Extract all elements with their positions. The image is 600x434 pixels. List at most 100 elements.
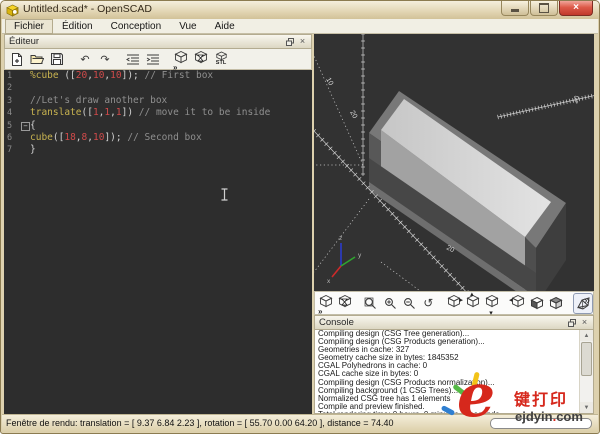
code-line: 6cube([18,8,10]); // Second box: [4, 132, 312, 144]
maximize-button[interactable]: [530, 1, 558, 16]
indent-icon: [146, 53, 160, 65]
toolbar-separator: [502, 296, 508, 310]
minimize-button[interactable]: [501, 1, 529, 16]
code-line: 5−{: [4, 120, 312, 132]
code-line: 7}: [4, 144, 312, 156]
close-icon: ×: [582, 318, 587, 327]
save-file-icon: [51, 53, 63, 65]
undo-icon: ↶: [80, 53, 89, 66]
new-file-button[interactable]: [8, 51, 26, 68]
unindent-button[interactable]: [124, 51, 142, 68]
code-line: 2: [4, 82, 312, 94]
menu-item-aide[interactable]: Aide: [206, 19, 244, 34]
float-window-icon: [568, 319, 576, 327]
toolbar-separator: [566, 296, 572, 310]
zoom-in-button[interactable]: [381, 294, 399, 313]
editor-toolbar: ↶ ↷ » STL: [4, 49, 312, 70]
console-float-button[interactable]: [567, 318, 576, 327]
fold-margin: [20, 144, 30, 156]
zoom-out-icon: [403, 297, 416, 310]
view-right-button[interactable]: ▸: [445, 294, 463, 313]
axis-tick-label: 10: [324, 77, 334, 87]
view-back-button[interactable]: [547, 294, 565, 313]
toolbar-separator: [355, 296, 361, 310]
export-stl-icon: STL: [216, 51, 227, 67]
view-back-icon: [549, 296, 563, 310]
triad-axis-label: x: [327, 278, 331, 285]
zoom-out-button[interactable]: [400, 294, 418, 313]
status-text: Fenêtre de rendu: translation = [ 9.37 6…: [6, 418, 394, 428]
export-stl-button[interactable]: STL: [212, 51, 230, 68]
console-log: Compiling design (CSG Tree generation)..…: [315, 330, 593, 414]
fold-margin: [20, 70, 30, 82]
render-button[interactable]: [192, 51, 210, 68]
undo-button[interactable]: ↶: [76, 51, 94, 68]
indent-button[interactable]: [144, 51, 162, 68]
preview-icon: »: [319, 294, 333, 313]
view-toolbar: » » ↺ ▸▴▾ ◂: [314, 291, 594, 315]
view-front-button[interactable]: [528, 294, 546, 313]
open-file-icon: [30, 53, 44, 65]
editor-float-button[interactable]: [285, 37, 294, 46]
window-title: Untitled.scad* - OpenSCAD: [23, 3, 152, 15]
view-right-icon: ▸: [447, 294, 461, 313]
title-bar[interactable]: Untitled.scad* - OpenSCAD ×: [1, 1, 599, 19]
line-number: 3: [4, 95, 20, 107]
view-bottom-icon: ▾: [485, 294, 499, 313]
save-file-button[interactable]: [48, 51, 66, 68]
editor-panel-titlebar[interactable]: Éditeur ×: [4, 34, 312, 49]
unindent-icon: [126, 53, 140, 65]
preview-button[interactable]: »: [172, 51, 190, 68]
editor-close-button[interactable]: ×: [298, 37, 307, 46]
redo-button[interactable]: ↷: [96, 51, 114, 68]
console-scrollbar[interactable]: ▲ ▼: [579, 330, 593, 413]
scroll-down-button[interactable]: ▼: [580, 402, 593, 413]
viewport-3d[interactable]: 10202020 zyx: [314, 34, 594, 291]
zoom-in-icon: [384, 297, 397, 310]
menu-item-fichier[interactable]: Fichier: [5, 19, 53, 34]
line-number: 1: [4, 70, 20, 82]
reset-view-button[interactable]: ↺: [419, 294, 437, 313]
view-left-button[interactable]: ◂: [509, 294, 527, 313]
code-area[interactable]: 1%cube ([20,10,10]); // First box23//Let…: [4, 70, 312, 414]
toolbar-overflow-button[interactable]: »: [584, 295, 590, 307]
openscad-window: Untitled.scad* - OpenSCAD × FichierÉditi…: [0, 0, 600, 434]
preview-button[interactable]: »: [317, 294, 335, 313]
new-file-icon: [11, 53, 23, 66]
menu-item-conception[interactable]: Conception: [102, 19, 171, 34]
toolbar-separator: [68, 52, 74, 66]
triad-axis-label: y: [358, 252, 362, 259]
menu-item-edition[interactable]: Édition: [53, 19, 102, 34]
view-top-button[interactable]: ▴: [464, 294, 482, 313]
editor-panel: Éditeur × ↶ ↷ » STL 1%cube ([20,10,10]); //…: [4, 34, 312, 414]
axis-tick-label: 20: [348, 110, 358, 120]
right-column: 10202020 zyx » »↺▸▴▾◂ Console × Compili: [314, 34, 594, 414]
scene-svg: 10202020 zyx: [314, 34, 594, 291]
console-close-button[interactable]: ×: [580, 318, 589, 327]
view-front-icon: [530, 296, 544, 310]
scroll-up-button[interactable]: ▲: [580, 330, 593, 341]
openscad-logo-icon: [6, 4, 19, 17]
zoom-all-button[interactable]: [362, 294, 380, 313]
menu-bar: FichierÉditionConceptionVueAide: [2, 19, 598, 34]
code-line: 1%cube ([20,10,10]); // First box: [4, 70, 312, 82]
menu-item-vue[interactable]: Vue: [170, 19, 205, 34]
scroll-thumb[interactable]: [581, 342, 592, 376]
progress-bar: [490, 418, 592, 429]
zoom-all-icon: [364, 297, 377, 310]
fold-margin[interactable]: −: [20, 120, 30, 132]
view-bottom-button[interactable]: ▾: [483, 294, 501, 313]
fold-marker-icon[interactable]: −: [21, 122, 30, 131]
close-button[interactable]: ×: [559, 1, 593, 16]
console-panel: Console × Compiling design (CSG Tree gen…: [314, 315, 594, 414]
console-titlebar[interactable]: Console ×: [314, 315, 594, 330]
render-button[interactable]: [336, 294, 354, 313]
open-file-button[interactable]: [28, 51, 46, 68]
fold-margin: [20, 132, 30, 144]
axis-triad: zyx: [327, 235, 362, 285]
toolbar-separator: [116, 52, 122, 66]
status-bar: Fenêtre de rendu: translation = [ 9.37 6…: [2, 414, 598, 432]
close-icon: ×: [573, 3, 579, 13]
toolbar-separator: [164, 52, 170, 66]
fold-margin: [20, 107, 30, 119]
